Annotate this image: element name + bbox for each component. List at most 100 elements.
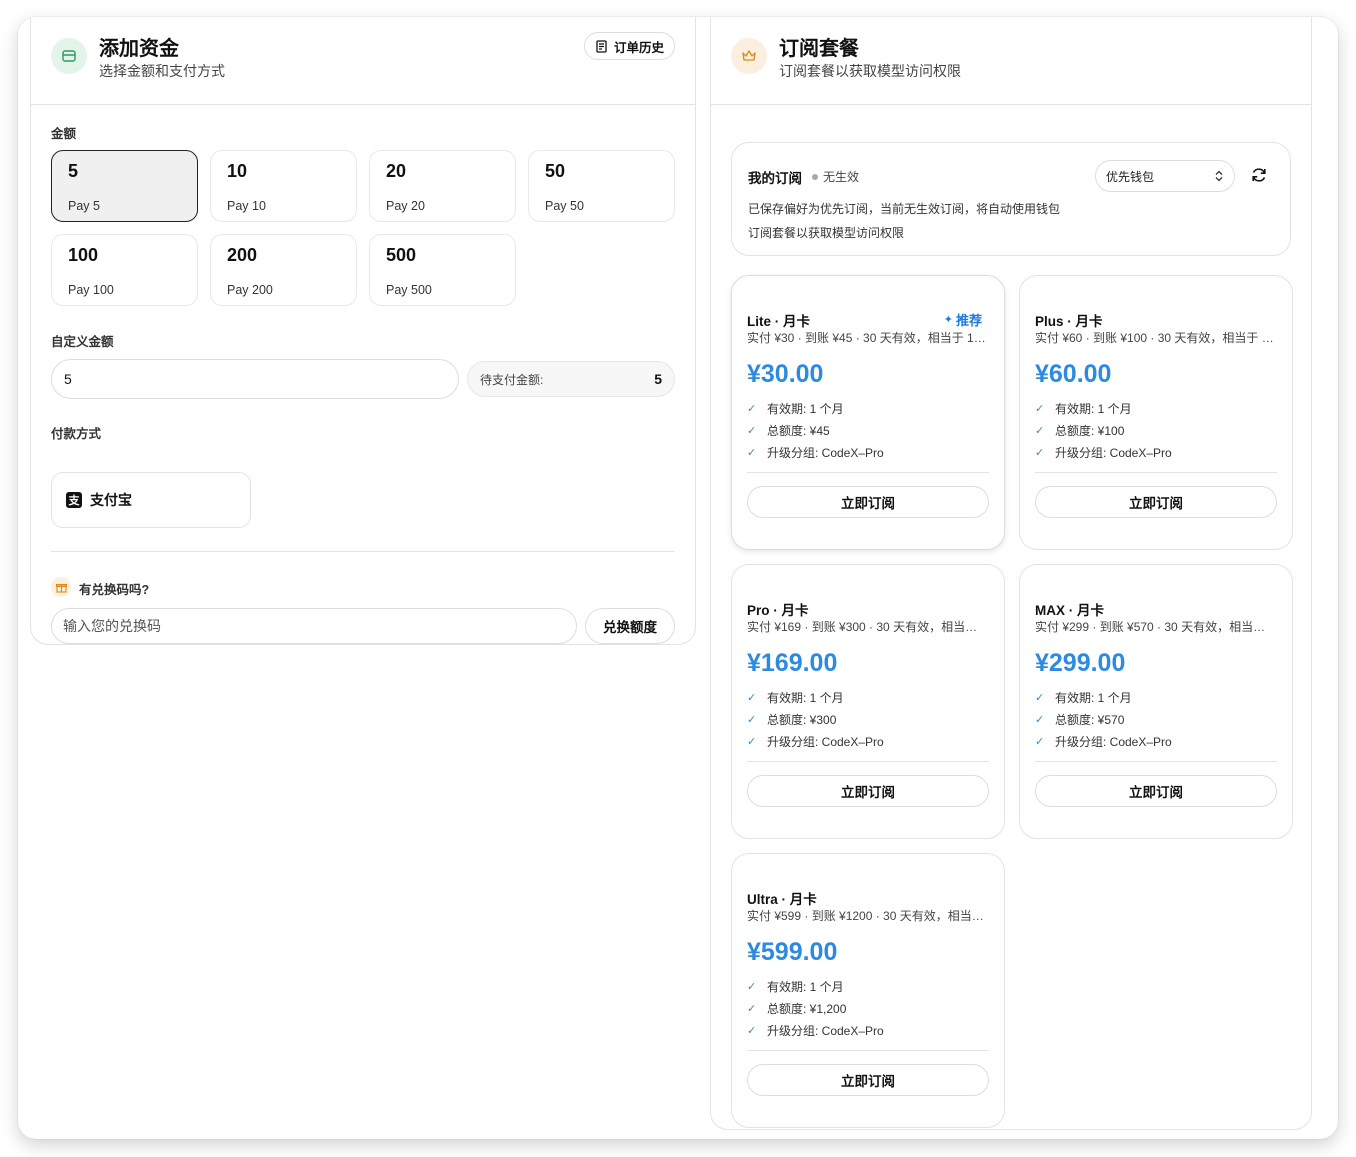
plan-divider [747, 761, 989, 762]
plan-feature-text: 总额度: ¥45 [767, 424, 830, 438]
subscribe-button[interactable]: 立即订阅 [1035, 775, 1277, 807]
amount-option-500[interactable]: 500 Pay 500 [369, 234, 516, 306]
plan-feature: ✓ 升级分组: CodeX–Pro [747, 444, 884, 461]
plan-card: MAX · 月卡实付 ¥299 · 到账 ¥570 · 30 天有效，相当于 1… [1019, 564, 1293, 839]
crown-icon [731, 38, 767, 74]
amount-option-50[interactable]: 50 Pay 50 [528, 150, 675, 222]
plan-price: ¥169.00 [747, 649, 838, 677]
check-icon: ✓ [747, 1003, 757, 1015]
check-icon: ✓ [747, 736, 757, 748]
amount-value: 200 [227, 245, 258, 265]
plan-feature: ✓ 升级分组: CodeX–Pro [1035, 733, 1172, 750]
check-icon: ✓ [747, 714, 757, 726]
plan-feature: ✓ 总额度: ¥1,200 [747, 1000, 846, 1017]
plan-card: Lite · 月卡 ✦ 推荐 实付 ¥30 · 到账 ¥45 · 30 天有效，相当于… [731, 275, 1005, 550]
amount-pay-label: Pay 20 [386, 199, 425, 213]
check-icon: ✓ [747, 1025, 757, 1037]
amount-label: 金额 [51, 127, 77, 141]
check-icon: ✓ [747, 692, 757, 704]
alipay-option[interactable]: 支 支付宝 [51, 472, 251, 528]
subscription-status: 无生效 [812, 168, 859, 185]
sparkle-icon: ✦ [943, 314, 953, 326]
check-icon: ✓ [1035, 714, 1045, 726]
wallet-icon [51, 38, 87, 74]
app-window: 添加资金 选择金额和支付方式 订单历史 金额 自定义金额 5 待支付金额: 5 … [18, 17, 1338, 1139]
order-history-label: 订单历史 [613, 40, 664, 55]
amount-option-10[interactable]: 10 Pay 10 [210, 150, 357, 222]
subscription-panel: 订阅套餐 订阅套餐以获取模型访问权限 我的订阅 无生效 已保存偏好为优先订阅，当… [710, 17, 1312, 1130]
amount-value: 500 [386, 245, 417, 265]
plan-feature: ✓ 升级分组: CodeX–Pro [1035, 444, 1172, 461]
my-subscription-title: 我的订阅 [748, 171, 802, 186]
plan-name: Lite · 月卡 [747, 314, 810, 329]
check-icon: ✓ [1035, 692, 1045, 704]
amount-option-5[interactable]: 5 Pay 5 [51, 150, 198, 222]
plan-card: Plus · 月卡 实付 ¥60 · 到账 ¥100 · 30 天有效，相当于 1… [1019, 275, 1293, 550]
plan-feature-text: 有效期: 1 个月 [1055, 691, 1132, 705]
subscribe-button[interactable]: 立即订阅 [1035, 486, 1277, 518]
plan-feature: ✓ 升级分组: CodeX–Pro [747, 1022, 884, 1039]
redeem-question: 有兑换码吗? [79, 583, 150, 597]
amount-option-20[interactable]: 20 Pay 20 [369, 150, 516, 222]
plan-feature-text: 有效期: 1 个月 [1055, 402, 1132, 416]
receipt-icon [596, 39, 607, 53]
plan-divider [1035, 761, 1277, 762]
plan-feature-text: 升级分组: CodeX–Pro [767, 446, 884, 460]
plan-feature: ✓ 有效期: 1 个月 [1035, 689, 1132, 706]
amount-due-value: 5 [654, 371, 662, 387]
plan-feature: ✓ 总额度: ¥300 [747, 711, 836, 728]
check-icon: ✓ [1035, 447, 1045, 459]
amount-option-200[interactable]: 200 Pay 200 [210, 234, 357, 306]
preference-select[interactable]: 优先钱包 [1095, 160, 1235, 192]
redeem-code-input[interactable]: 输入您的兑换码 [51, 608, 577, 644]
amount-value: 10 [227, 161, 248, 181]
subscribe-button[interactable]: 立即订阅 [747, 775, 989, 807]
refresh-icon[interactable] [1249, 165, 1269, 185]
amount-option-100[interactable]: 100 Pay 100 [51, 234, 198, 306]
plan-card: Ultra · 月卡实付 ¥599 · 到账 ¥1200 · 30 天有效，相当… [731, 853, 1005, 1128]
plan-feature-text: 有效期: 1 个月 [767, 980, 844, 994]
amount-value: 20 [386, 161, 407, 181]
plan-description: 实付 ¥169 · 到账 ¥300 · 30 天有效，相当于 1.78 倍 [747, 620, 987, 634]
plan-price: ¥599.00 [747, 938, 838, 966]
plan-divider [1035, 472, 1277, 473]
alipay-label: 支付宝 [90, 492, 132, 508]
divider [51, 551, 675, 552]
check-icon: ✓ [747, 447, 757, 459]
subscribe-button[interactable]: 立即订阅 [747, 486, 989, 518]
chevron-updown-icon [1215, 170, 1223, 182]
add-funds-panel: 添加资金 选择金额和支付方式 订单历史 金额 自定义金额 5 待支付金额: 5 … [30, 17, 696, 645]
plan-description: 实付 ¥30 · 到账 ¥45 · 30 天有效，相当于 1.5 倍 [747, 331, 987, 345]
amount-due: 待支付金额: 5 [467, 361, 675, 397]
plan-divider [747, 472, 989, 473]
check-icon: ✓ [1035, 403, 1045, 415]
plan-description: 实付 ¥299 · 到账 ¥570 · 30 天有效，相当于 1.9 倍 [1035, 620, 1275, 634]
plan-feature-text: 升级分组: CodeX–Pro [767, 1024, 884, 1038]
custom-amount-input[interactable]: 5 [51, 359, 459, 399]
order-history-button[interactable]: 订单历史 [583, 32, 675, 60]
plan-feature: ✓ 总额度: ¥570 [1035, 711, 1124, 728]
redeem-button[interactable]: 兑换额度 [585, 608, 675, 644]
add-funds-header: 添加资金 选择金额和支付方式 订单历史 [31, 17, 695, 105]
plan-feature-text: 总额度: ¥570 [1055, 713, 1125, 727]
plan-price: ¥299.00 [1035, 649, 1126, 677]
plan-feature: ✓ 有效期: 1 个月 [747, 978, 844, 995]
plan-name: Ultra · 月卡 [747, 892, 817, 907]
plan-feature: ✓ 总额度: ¥45 [747, 422, 830, 439]
payment-method-label: 付款方式 [51, 427, 102, 441]
add-funds-title: 添加资金 [99, 38, 179, 60]
plan-feature-text: 总额度: ¥1,200 [767, 1002, 847, 1016]
plan-feature-text: 总额度: ¥300 [767, 713, 837, 727]
amount-pay-label: Pay 500 [386, 283, 432, 297]
plan-name: MAX · 月卡 [1035, 603, 1104, 618]
amount-due-label: 待支付金额: [480, 372, 544, 387]
preference-value: 优先钱包 [1106, 169, 1155, 184]
amount-value: 5 [68, 161, 79, 181]
subscription-hint: 订阅套餐以获取模型访问权限 [748, 226, 905, 240]
plan-description: 实付 ¥599 · 到账 ¥1200 · 30 天有效，相当于 2 倍 [747, 909, 987, 923]
subscribe-button[interactable]: 立即订阅 [747, 1064, 989, 1096]
plan-feature: ✓ 升级分组: CodeX–Pro [747, 733, 884, 750]
plan-description: 实付 ¥60 · 到账 ¥100 · 30 天有效，相当于 1.67 倍 [1035, 331, 1275, 345]
amount-value: 50 [545, 161, 566, 181]
subscription-note: 已保存偏好为优先订阅，当前无生效订阅，将自动使用钱包 [748, 202, 1061, 216]
